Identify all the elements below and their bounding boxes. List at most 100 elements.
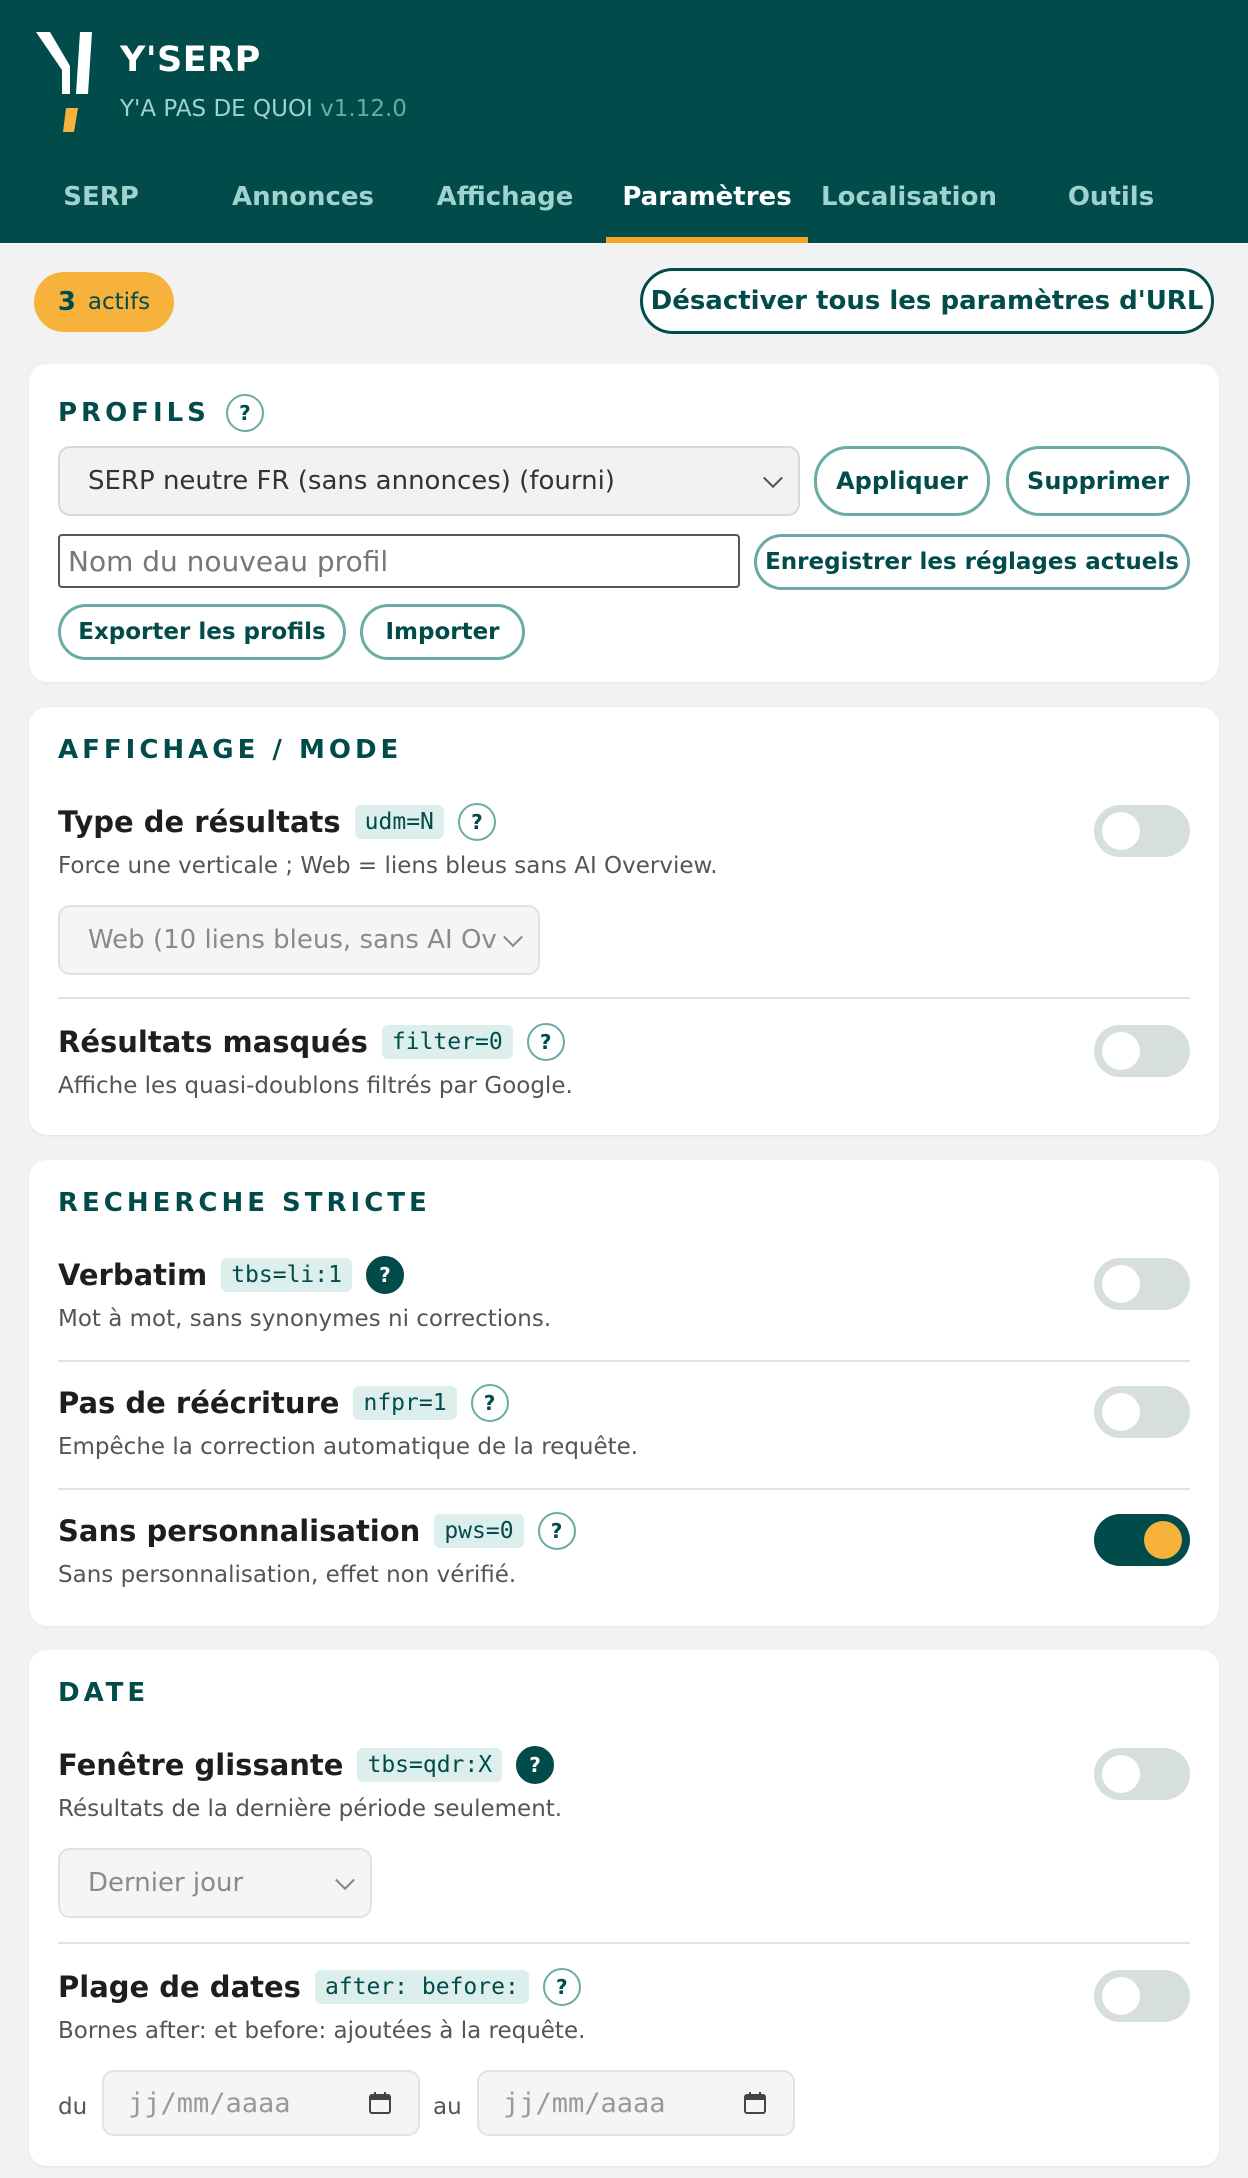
sliding-window-description: Résultats de la dernière période seuleme… (58, 1796, 563, 1822)
toggle-knob (1102, 1393, 1140, 1431)
sliding-window-row: Fenêtre glissante tbs=qdr:X ? Résultats … (58, 1746, 1190, 1822)
to-date-input[interactable]: jj/mm/aaaa (477, 2070, 795, 2136)
to-date-placeholder: jj/mm/aaaa (503, 2087, 666, 2119)
profiles-section-title: PROFILS ? (58, 394, 264, 432)
no-rewrite-row: Pas de réécriture nfpr=1 ? Empêche la co… (58, 1384, 1190, 1460)
tab-outils[interactable]: Outils (1010, 172, 1212, 243)
no-rewrite-param: nfpr=1 (353, 1386, 457, 1420)
verbatim-row: Verbatim tbs=li:1 ? Mot à mot, sans syno… (58, 1256, 1190, 1332)
tab-bar: SERP Annonces Affichage Paramètres Local… (0, 172, 1248, 243)
hidden-results-toggle[interactable] (1094, 1025, 1190, 1077)
result-type-toggle[interactable] (1094, 805, 1190, 857)
divider (58, 997, 1190, 999)
no-personalization-heading: Sans personnalisation pws=0 ? (58, 1512, 1190, 1550)
app-header: Y'SERP Y'A PAS DE QUOI v1.12.0 SERP Anno… (0, 0, 1248, 243)
divider (58, 1488, 1190, 1490)
active-count-badge: 3 actifs (34, 272, 174, 332)
no-personalization-param: pws=0 (434, 1514, 524, 1548)
result-type-title: Type de résultats (58, 805, 341, 839)
date-range-param: after: before: (314, 1970, 529, 2004)
divider (58, 1360, 1190, 1362)
calendar-icon[interactable] (368, 2091, 392, 2115)
help-icon[interactable]: ? (526, 1023, 565, 1061)
app-version: v1.12.0 (320, 96, 407, 122)
strict-search-card: RECHERCHE STRICTE Verbatim tbs=li:1 ? Mo… (29, 1160, 1219, 1626)
result-type-description: Force une verticale ; Web = liens bleus … (58, 853, 718, 879)
date-range-toggle[interactable] (1094, 1970, 1190, 2022)
hidden-results-row: Résultats masqués filter=0 ? Affiche les… (58, 1023, 1190, 1099)
no-personalization-row: Sans personnalisation pws=0 ? Sans perso… (58, 1512, 1190, 1588)
active-count-label: actifs (87, 289, 151, 315)
no-rewrite-heading: Pas de réécriture nfpr=1 ? (58, 1384, 1190, 1422)
apply-profile-button[interactable]: Appliquer (814, 446, 990, 516)
help-icon[interactable]: ? (542, 1968, 581, 2006)
toggle-knob (1102, 812, 1140, 850)
verbatim-title: Verbatim (58, 1258, 208, 1292)
to-label: au (433, 2094, 462, 2120)
result-type-param: udm=N (354, 805, 444, 839)
no-rewrite-toggle[interactable] (1094, 1386, 1190, 1438)
hidden-results-description: Affiche les quasi-doublons filtrés par G… (58, 1073, 573, 1099)
import-profiles-button[interactable]: Importer (360, 604, 525, 660)
result-type-select[interactable]: Web (10 liens bleus, sans AI Ov (58, 905, 540, 975)
profiles-card: PROFILS ? SERP neutre FR (sans annonces)… (29, 364, 1219, 682)
help-icon[interactable]: ? (516, 1746, 555, 1784)
new-profile-name-input[interactable] (58, 534, 740, 588)
from-label: du (58, 2094, 88, 2120)
help-icon[interactable]: ? (470, 1384, 509, 1422)
result-type-select-value: Web (10 liens bleus, sans AI Ov (88, 925, 497, 955)
disable-all-url-params-button[interactable]: Désactiver tous les paramètres d'URL (640, 268, 1214, 334)
logo-icon (36, 32, 92, 132)
tab-annonces[interactable]: Annonces (202, 172, 404, 243)
date-range-title: Plage de dates (58, 1970, 301, 2004)
profiles-title: PROFILS (58, 398, 210, 428)
hidden-results-param: filter=0 (381, 1025, 513, 1059)
no-rewrite-description: Empêche la correction automatique de la … (58, 1434, 639, 1460)
no-personalization-toggle[interactable] (1094, 1514, 1190, 1566)
result-type-heading: Type de résultats udm=N ? (58, 803, 1190, 841)
date-range-row: Plage de dates after: before: ? Bornes a… (58, 1968, 1190, 2044)
no-personalization-description: Sans personnalisation, effet non vérifié… (58, 1562, 517, 1588)
sliding-window-heading: Fenêtre glissante tbs=qdr:X ? (58, 1746, 1190, 1784)
verbatim-description: Mot à mot, sans synonymes ni corrections… (58, 1306, 552, 1332)
export-profiles-button[interactable]: Exporter les profils (58, 604, 346, 660)
help-icon[interactable]: ? (457, 803, 496, 841)
from-date-placeholder: jj/mm/aaaa (128, 2087, 291, 2119)
toggle-knob (1102, 1265, 1140, 1303)
toolbar: 3 actifs Désactiver tous les paramètres … (34, 268, 1214, 338)
toggle-knob (1102, 1755, 1140, 1793)
calendar-icon[interactable] (743, 2091, 767, 2115)
sliding-window-toggle[interactable] (1094, 1748, 1190, 1800)
date-card: DATE Fenêtre glissante tbs=qdr:X ? Résul… (29, 1650, 1219, 2166)
toggle-knob (1102, 1977, 1140, 2015)
verbatim-heading: Verbatim tbs=li:1 ? (58, 1256, 1190, 1294)
toggle-knob (1144, 1521, 1182, 1559)
verbatim-param: tbs=li:1 (221, 1258, 352, 1292)
hidden-results-title: Résultats masqués (58, 1025, 368, 1059)
sliding-window-select-value: Dernier jour (88, 1868, 244, 1898)
tab-serp[interactable]: SERP (0, 172, 202, 243)
sliding-window-title: Fenêtre glissante (58, 1748, 344, 1782)
tab-affichage[interactable]: Affichage (404, 172, 606, 243)
help-icon[interactable]: ? (365, 1256, 404, 1294)
no-personalization-title: Sans personnalisation (58, 1514, 421, 1548)
delete-profile-button[interactable]: Supprimer (1006, 446, 1190, 516)
hidden-results-heading: Résultats masqués filter=0 ? (58, 1023, 1190, 1061)
tab-localisation[interactable]: Localisation (808, 172, 1010, 243)
result-type-row: Type de résultats udm=N ? Force une vert… (58, 803, 1190, 879)
app-tagline: Y'A PAS DE QUOI (120, 96, 313, 122)
active-count: 3 (57, 287, 76, 317)
from-date-input[interactable]: jj/mm/aaaa (102, 2070, 420, 2136)
profile-select-value: SERP neutre FR (sans annonces) (fourni) (88, 466, 615, 496)
help-icon[interactable]: ? (537, 1512, 576, 1550)
sliding-window-select[interactable]: Dernier jour (58, 1848, 372, 1918)
tab-parametres[interactable]: Paramètres (606, 172, 808, 243)
date-section-title: DATE (58, 1678, 150, 1708)
verbatim-toggle[interactable] (1094, 1258, 1190, 1310)
display-section-title: AFFICHAGE / MODE (58, 735, 403, 765)
date-range-description: Bornes after: et before: ajoutées à la r… (58, 2018, 586, 2044)
save-current-settings-button[interactable]: Enregistrer les réglages actuels (754, 534, 1190, 590)
date-range-heading: Plage de dates after: before: ? (58, 1968, 1190, 2006)
help-icon[interactable]: ? (225, 394, 264, 432)
profile-select[interactable]: SERP neutre FR (sans annonces) (fourni) (58, 446, 800, 516)
